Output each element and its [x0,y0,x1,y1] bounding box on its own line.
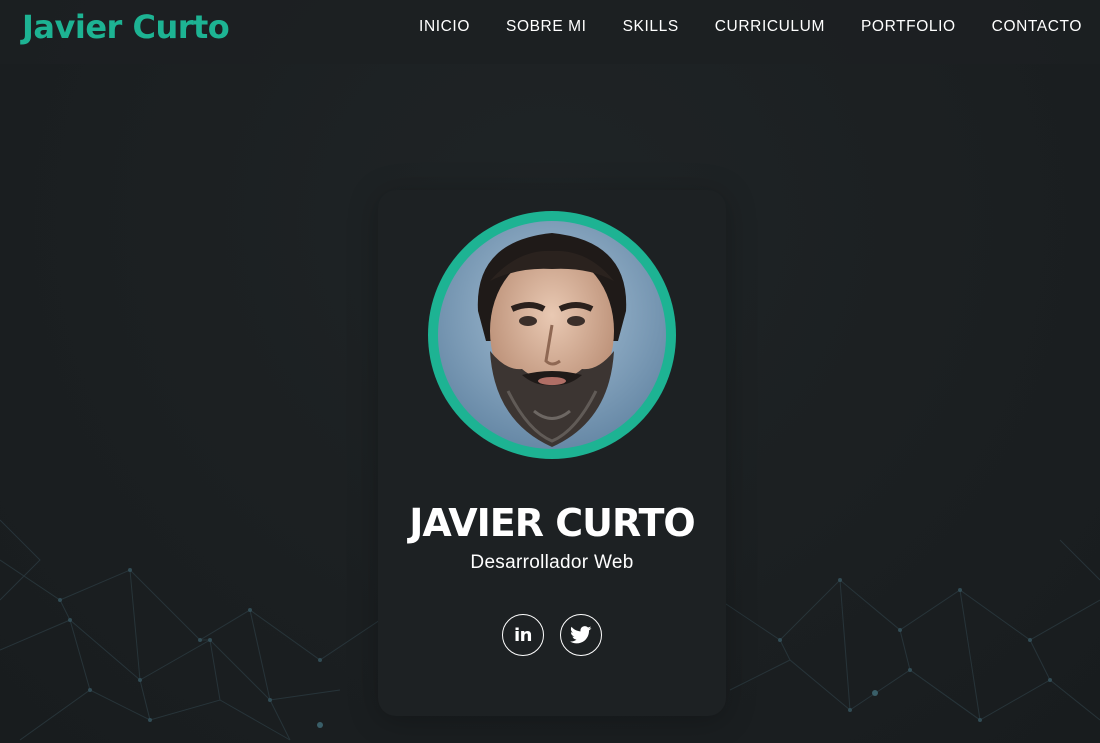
linkedin-button[interactable]: in [502,614,544,656]
avatar [438,221,666,449]
nav-link-curriculum[interactable]: CURRICULUM [715,18,825,36]
twitter-icon [570,626,592,644]
nav-link-portfolio[interactable]: PORTFOLIO [861,18,956,36]
page: Javier Curto INICIO SOBRE MI SKILLS CURR… [0,0,1100,743]
site-logo[interactable]: Javier Curto [22,8,230,46]
main-nav: INICIO SOBRE MI SKILLS CURRICULUM PORTFO… [383,18,1082,36]
nav-link-contacto[interactable]: CONTACTO [992,18,1082,36]
profile-card: JAVIER CURTO Desarrollador Web in [378,190,726,716]
profile-name: JAVIER CURTO [409,501,696,545]
profile-role: Desarrollador Web [470,552,634,573]
linkedin-icon: in [514,624,532,646]
avatar-portrait [438,221,666,449]
social-links: in [378,614,726,656]
nav-link-sobre-mi[interactable]: SOBRE MI [506,18,587,36]
nav-link-skills[interactable]: SKILLS [623,18,679,36]
nav-link-inicio[interactable]: INICIO [419,18,470,36]
avatar-ring [428,211,676,459]
site-header: Javier Curto INICIO SOBRE MI SKILLS CURR… [0,0,1100,64]
twitter-button[interactable] [560,614,602,656]
